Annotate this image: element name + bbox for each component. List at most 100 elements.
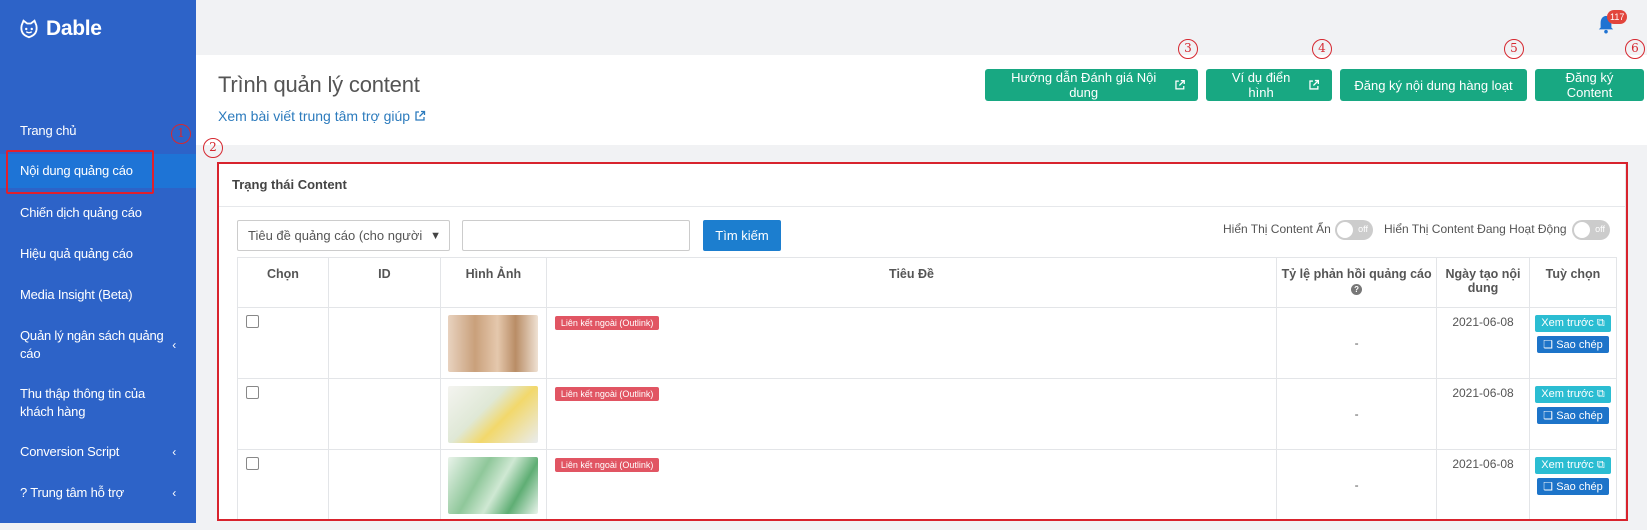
- copy-icon: ❏: [1543, 410, 1554, 422]
- column-header-ctr: Tỷ lệ phản hồi quảng cáo?: [1276, 257, 1438, 308]
- column-header-image: Hình Ảnh: [439, 257, 547, 308]
- copy-label: Sao chép: [1556, 410, 1603, 422]
- select-cell: [237, 307, 329, 379]
- content-thumbnail[interactable]: [448, 386, 539, 443]
- button-label: Ví dụ điển hình: [1231, 70, 1291, 100]
- sidebar: Dable Trang chủ Nội dung quảng cáo Chiến…: [0, 0, 196, 523]
- search-input[interactable]: [462, 220, 690, 251]
- row-checkbox[interactable]: [246, 386, 259, 399]
- toggle-knob: [1337, 222, 1353, 238]
- app-logo[interactable]: Dable: [18, 16, 102, 42]
- copy-button[interactable]: ❏ Sao chép: [1537, 478, 1609, 495]
- preview-button[interactable]: Xem trước ⧉: [1535, 315, 1611, 332]
- outlink-badge: Liên kết ngoài (Outlink): [554, 387, 660, 401]
- ctr-cell: -: [1276, 378, 1438, 450]
- select-cell: [237, 378, 329, 450]
- sidebar-item-label: Quản lý ngân sách quảng cáo: [20, 328, 164, 361]
- outlink-badge: Liên kết ngoài (Outlink): [554, 316, 660, 330]
- chevron-left-icon: ‹: [172, 338, 176, 352]
- sidebar-item-label: Chiến dịch quảng cáo: [20, 205, 142, 220]
- content-thumbnail[interactable]: [448, 315, 539, 372]
- title-cell: Liên kết ngoài (Outlink): [545, 378, 1278, 450]
- sidebar-item-performance[interactable]: Hiệu quả quảng cáo: [0, 245, 196, 263]
- toggle-label-hidden: Hiển Thị Content Ẩn: [1223, 222, 1331, 236]
- select-cell: [237, 449, 329, 521]
- help-center-link[interactable]: Xem bài viết trung tâm trợ giúp: [218, 108, 426, 124]
- copy-button[interactable]: ❏ Sao chép: [1537, 336, 1609, 353]
- preview-label: Xem trước: [1541, 317, 1594, 329]
- search-field-select[interactable]: Tiêu đề quảng cáo (cho người ▼: [237, 220, 450, 251]
- copy-label: Sao chép: [1556, 339, 1603, 351]
- external-link-icon: ⧉: [1596, 388, 1605, 400]
- column-header-options: Tuỳ chọn: [1529, 257, 1617, 308]
- sidebar-item-label: Media Insight (Beta): [20, 287, 133, 302]
- toggle-active-content[interactable]: off: [1572, 220, 1610, 240]
- date-cell: 2021-06-08: [1436, 307, 1530, 379]
- image-cell: [439, 449, 547, 521]
- column-header-created: Ngày tạo nội dung: [1436, 257, 1530, 308]
- options-cell: Xem trước ⧉ ❏ Sao chép: [1529, 307, 1617, 379]
- copy-icon: ❏: [1543, 481, 1554, 493]
- preview-button[interactable]: Xem trước ⧉: [1535, 457, 1611, 474]
- external-link-icon: [1309, 79, 1320, 90]
- outlink-badge: Liên kết ngoài (Outlink): [554, 458, 660, 472]
- sidebar-item-label: Conversion Script: [20, 444, 120, 459]
- id-cell: [327, 449, 441, 521]
- sidebar-item-label: ? Trung tâm hỗ trợ: [20, 485, 124, 500]
- chevron-left-icon: ‹: [172, 445, 176, 459]
- content-review-guide-button[interactable]: Hướng dẫn Đánh giá Nội dung: [985, 69, 1198, 101]
- toggle-label-active: Hiển Thị Content Đang Hoạt Động: [1384, 222, 1567, 236]
- id-cell: [327, 307, 441, 379]
- chevron-down-icon: ▼: [430, 230, 441, 242]
- ctr-cell: -: [1276, 307, 1438, 379]
- question-icon[interactable]: ?: [1351, 284, 1363, 295]
- toggle-knob: [1574, 222, 1590, 238]
- register-content-button[interactable]: Đăng ký Content: [1535, 69, 1644, 101]
- sidebar-item-home[interactable]: Trang chủ: [0, 122, 196, 140]
- preview-label: Xem trước: [1541, 388, 1594, 400]
- external-link-icon: ⧉: [1596, 317, 1605, 329]
- bulk-register-button[interactable]: Đăng ký nội dung hàng loạt: [1340, 69, 1527, 101]
- annotation-number-4: 4: [1312, 39, 1332, 59]
- sidebar-item-label: Trang chủ: [20, 123, 77, 138]
- external-link-icon: ⧉: [1596, 459, 1605, 471]
- options-cell: Xem trước ⧉ ❏ Sao chép: [1529, 449, 1617, 521]
- date-cell: 2021-06-08: [1436, 378, 1530, 450]
- sidebar-item-budget[interactable]: Quản lý ngân sách quảng cáo ‹: [0, 327, 196, 363]
- row-checkbox[interactable]: [246, 315, 259, 328]
- toggle-state: off: [1358, 224, 1368, 234]
- button-label: Đăng ký nội dung hàng loạt: [1354, 77, 1513, 93]
- top-bar: [196, 0, 1647, 55]
- sidebar-item-customer-data[interactable]: Thu thập thông tin của khách hàng: [0, 385, 196, 421]
- toggle-state: off: [1595, 224, 1605, 234]
- external-link-icon: [415, 110, 426, 121]
- panel-title: Trạng thái Content: [232, 177, 347, 192]
- toggle-hidden-content[interactable]: off: [1335, 220, 1373, 240]
- annotation-box-1: [6, 150, 154, 194]
- date-cell: 2021-06-08: [1436, 449, 1530, 521]
- content-thumbnail[interactable]: [448, 457, 539, 514]
- sidebar-item-support[interactable]: ? Trung tâm hỗ trợ ‹: [0, 484, 196, 502]
- table-row: Liên kết ngoài (Outlink) - 2021-06-08 Xe…: [237, 449, 1617, 521]
- row-checkbox[interactable]: [246, 457, 259, 470]
- external-link-icon: [1175, 79, 1186, 90]
- annotation-number-1: 1: [171, 124, 191, 144]
- search-button[interactable]: Tìm kiếm: [703, 220, 781, 251]
- sidebar-item-label: Hiệu quả quảng cáo: [20, 246, 133, 261]
- sidebar-item-conversion-script[interactable]: Conversion Script ‹: [0, 443, 196, 461]
- logo-text: Dable: [46, 17, 102, 40]
- content-table: Chọn ID Hình Ảnh Tiêu Đề Tỷ lệ phản hồi …: [237, 257, 1617, 521]
- button-label: Hướng dẫn Đánh giá Nội dung: [1011, 70, 1157, 100]
- preview-button[interactable]: Xem trước ⧉: [1535, 386, 1611, 403]
- copy-button[interactable]: ❏ Sao chép: [1537, 407, 1609, 424]
- column-header-select: Chọn: [237, 257, 329, 308]
- examples-button[interactable]: Ví dụ điển hình: [1206, 69, 1332, 101]
- copy-label: Sao chép: [1556, 481, 1603, 493]
- sidebar-item-campaigns[interactable]: Chiến dịch quảng cáo: [0, 204, 196, 222]
- annotation-number-3: 3: [1178, 39, 1198, 59]
- copy-icon: ❏: [1543, 339, 1554, 351]
- button-label: Đăng ký Content: [1565, 70, 1614, 100]
- page-title: Trình quản lý content: [218, 72, 420, 97]
- column-header-title: Tiêu Đề: [545, 257, 1278, 308]
- sidebar-item-media-insight[interactable]: Media Insight (Beta): [0, 286, 196, 304]
